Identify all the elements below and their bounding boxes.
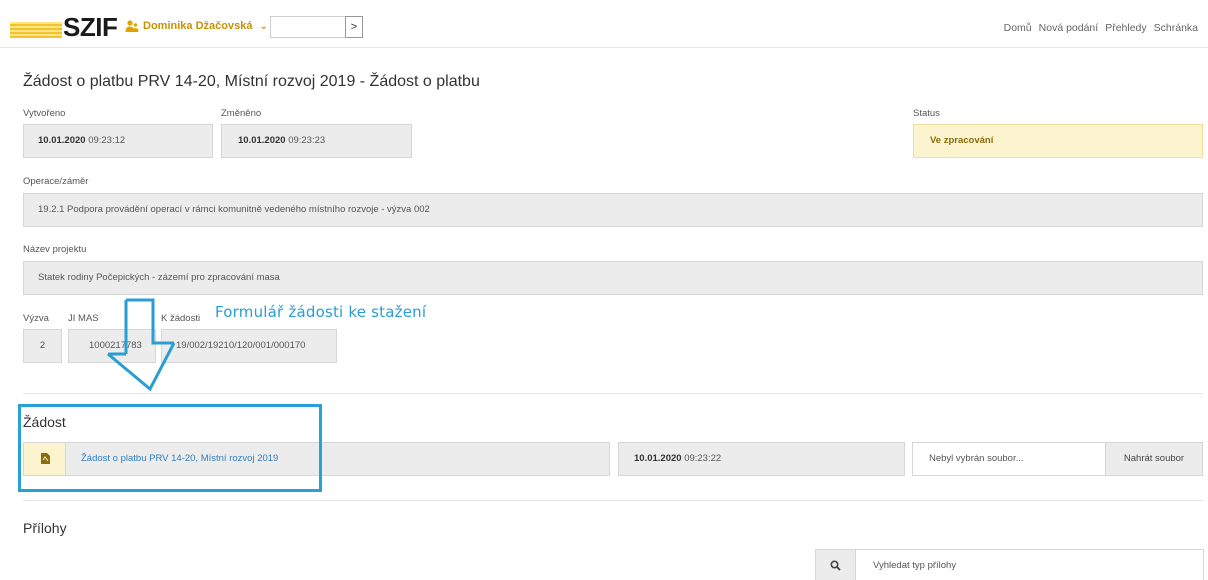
created-date: 10.01.2020 xyxy=(38,135,86,146)
status-label: Status xyxy=(913,108,940,119)
prilohy-section-title: Přílohy xyxy=(23,520,67,536)
changed-label: Změněno xyxy=(221,108,262,119)
file-input[interactable]: Nebyl vybrán soubor... xyxy=(912,442,1106,476)
user-icon xyxy=(125,20,139,32)
logo-text: SZIF xyxy=(63,12,118,42)
zadost-date: 10.01.2020 xyxy=(634,453,682,464)
upload-button[interactable]: Nahrát soubor xyxy=(1105,442,1203,476)
vyzva-field: 2 xyxy=(23,329,62,363)
user-name: Dominika Džačovská xyxy=(143,20,253,32)
created-field: 10.01.2020 09:23:12 xyxy=(23,124,213,158)
search-icon xyxy=(830,560,841,571)
top-bar: SZIF Dominika Džačovská ⌄ > Domů Nová po… xyxy=(0,0,1208,48)
created-time: 09:23:12 xyxy=(88,135,126,146)
vyzva-label: Výzva xyxy=(23,313,49,324)
chevron-down-icon: ⌄ xyxy=(259,20,268,32)
status-badge: Ve zpracování xyxy=(913,124,1203,158)
nav-item-schranka[interactable]: Schránka xyxy=(1154,22,1198,34)
nav-item-nova-podani[interactable]: Nová podání xyxy=(1039,22,1099,34)
nav-item-domu[interactable]: Domů xyxy=(1004,22,1032,34)
logo-stripes xyxy=(10,22,62,38)
zadost-date-field: 10.01.2020 09:23:22 xyxy=(618,442,905,476)
project-label: Název projektu xyxy=(23,244,87,255)
header-go-button[interactable]: > xyxy=(345,16,363,38)
search-icon-cell xyxy=(816,550,856,580)
zadost-time: 09:23:22 xyxy=(684,453,722,464)
jimas-label: JI MAS xyxy=(68,313,99,324)
changed-field: 10.01.2020 09:23:23 xyxy=(221,124,412,158)
section-divider xyxy=(23,393,1203,394)
header-search-input[interactable] xyxy=(270,16,346,38)
operation-field: 19.2.1 Podpora provádění operací v rámci… xyxy=(23,193,1203,227)
annotation-text: Formulář žádosti ke stažení xyxy=(215,303,427,321)
created-label: Vytvořeno xyxy=(23,108,66,119)
annotation-highlight-box xyxy=(18,404,322,492)
project-field: Statek rodiny Počepických - zázemí pro z… xyxy=(23,261,1203,295)
user-menu[interactable]: Dominika Džačovská ⌄ xyxy=(125,19,268,33)
changed-time: 09:23:23 xyxy=(288,135,326,146)
annotation-arrow xyxy=(107,298,176,392)
prilohy-search-input[interactable]: Vyhledat typ přílohy xyxy=(873,550,956,580)
main-nav: Domů Nová podání Přehledy Schránka xyxy=(1004,22,1198,34)
nav-item-prehledy[interactable]: Přehledy xyxy=(1105,22,1146,34)
szif-logo[interactable]: SZIF xyxy=(10,12,120,42)
operation-label: Operace/záměr xyxy=(23,176,89,187)
section-divider-2 xyxy=(23,500,1203,501)
page-title: Žádost o platbu PRV 14-20, Místní rozvoj… xyxy=(23,73,480,90)
prilohy-search[interactable]: Vyhledat typ přílohy xyxy=(815,549,1204,580)
changed-date: 10.01.2020 xyxy=(238,135,286,146)
